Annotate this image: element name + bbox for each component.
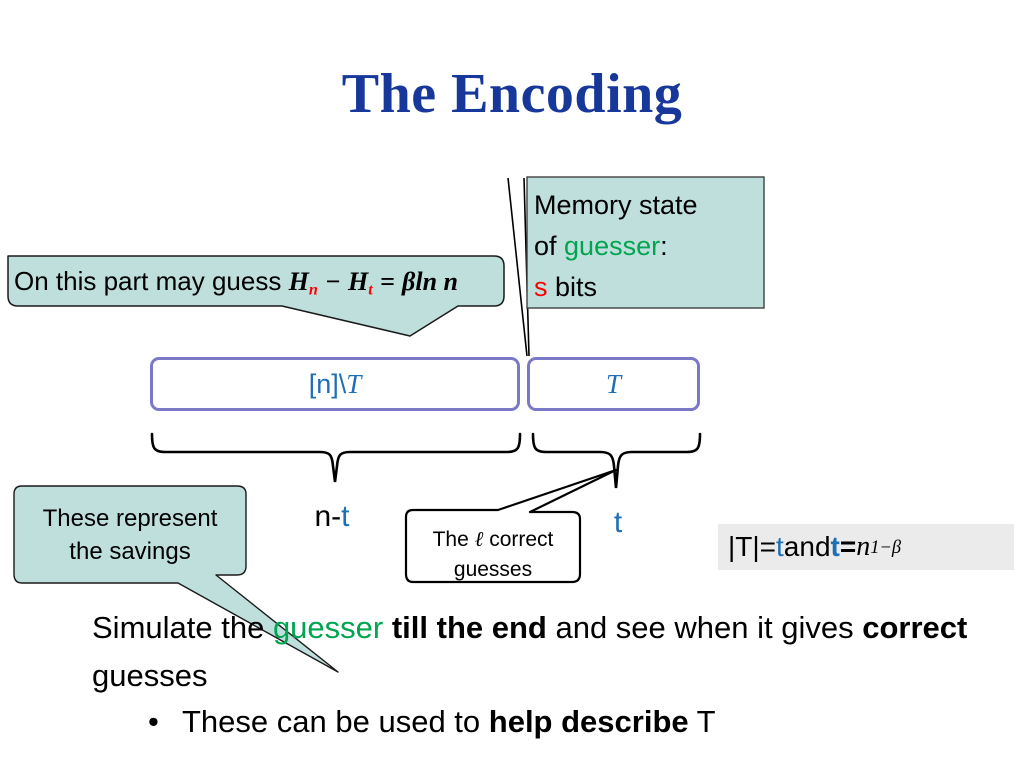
bullet-help-describe-label: help describe [488, 704, 689, 739]
memory-state-callout-text: Memory state of guesser: s bits [534, 185, 762, 308]
n-minus-prefix: n- [314, 500, 342, 533]
n-symbol: n [856, 531, 871, 562]
slide-canvas: The Encoding Memory state of guesser: s … [0, 0, 1024, 768]
n-minus-t-symbol: t [341, 500, 350, 533]
right-brace [531, 432, 702, 489]
memory-state-line-3: s bits [534, 267, 762, 308]
left-brace [150, 432, 522, 483]
body-guesser-label: guesser [272, 610, 384, 645]
guess-part-formula: Hn − Ht = βln n [281, 266, 458, 299]
t-size-and-label: and [783, 531, 831, 562]
bullet-seg-1: These can be used to [182, 704, 489, 739]
brace-label-t: t [613, 506, 623, 539]
set-t-symbol: T [605, 368, 622, 399]
memory-state-colon: : [660, 231, 668, 261]
bullet-item: • These can be used to help describe T [148, 700, 1024, 744]
savings-line-1: These represent [42, 505, 218, 532]
t-size-t-value: t [776, 531, 784, 562]
set-box-t[interactable]: T [527, 357, 700, 411]
body-seg-6: guesses [92, 658, 208, 693]
bullet-marker-icon: • [148, 704, 159, 739]
savings-line-2: the savings [69, 538, 191, 565]
t-size-formula: |T| = t and t = n 1−β [718, 524, 1014, 570]
memory-state-bits-label: bits [547, 272, 598, 302]
h-n-symbol: H [288, 267, 309, 296]
body-till-the-end-label: till the end [383, 610, 547, 645]
correct-guesses-line-1: The ℓ correct [410, 524, 576, 555]
t-size-equals-2: = [839, 531, 857, 562]
complement-t-symbol: T [346, 368, 362, 399]
bullet-seg-3: T [688, 704, 716, 739]
abs-t-symbol: |T| [728, 531, 760, 562]
set-box-complement[interactable]: [n]\ T [150, 357, 520, 411]
correct-guesses-callout-text: The ℓ correct guesses [410, 524, 576, 585]
t-size-equals-1: = [759, 531, 777, 562]
savings-callout-text: These represent the savings [18, 502, 242, 568]
memory-state-guesser-label: guesser [564, 231, 661, 261]
equals-operator: = [379, 267, 395, 296]
t-definition-symbol: t [830, 531, 840, 562]
correct-guesses-line-2: guesses [453, 558, 533, 581]
guess-part-callout-text: On this part may guess Hn − Ht = βln n [14, 264, 494, 308]
beta-ln-n-term: βln n [402, 267, 458, 296]
memory-state-line-1: Memory state [534, 190, 698, 220]
body-seg-1: Simulate the [92, 610, 273, 645]
guess-part-sentence: On this part may guess [14, 266, 282, 296]
body-paragraph: Simulate the guesser till the end and se… [92, 604, 972, 700]
memory-state-s-symbol: s [534, 272, 548, 302]
correct-guesses-suffix: correct [483, 528, 554, 551]
n-exponent: 1−β [870, 536, 902, 557]
memory-state-leader-line [507, 177, 530, 357]
memory-state-of-label: of [534, 231, 565, 261]
body-correct-label: correct [862, 610, 968, 645]
minus-operator: − [325, 267, 341, 296]
correct-guesses-prefix: The [432, 528, 475, 551]
complement-prefix: [n]\ [308, 368, 347, 399]
h-n-subscript: n [308, 281, 318, 299]
page-title: The Encoding [341, 63, 683, 125]
h-t-subscript: t [368, 281, 373, 299]
memory-state-line-2: of guesser: [534, 226, 762, 267]
h-t-symbol: H [348, 267, 369, 296]
body-seg-4: and see when it gives [546, 610, 863, 645]
brace-label-n-minus-t: n-t [272, 500, 392, 534]
